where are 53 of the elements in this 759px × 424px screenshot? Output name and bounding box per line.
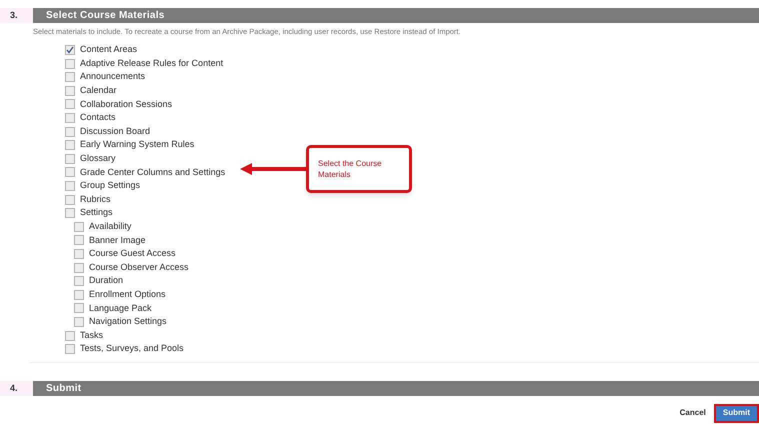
checkbox[interactable]: [74, 316, 84, 327]
checkbox[interactable]: [74, 262, 84, 273]
option-label: Course Observer Access: [89, 260, 189, 274]
section-header: Select Course Materials: [33, 8, 759, 23]
step-number: 3.: [0, 8, 33, 23]
option-label: Rubrics: [80, 192, 111, 206]
section-header: Submit: [33, 380, 759, 396]
checkbox[interactable]: [65, 344, 75, 354]
option-label: Duration: [89, 274, 124, 288]
option-label: Tests, Surveys, and Pools: [80, 342, 184, 356]
option-label: Early Warning System Rules: [80, 138, 194, 152]
checkbox[interactable]: [74, 276, 84, 286]
checkbox[interactable]: [74, 235, 84, 246]
checkbox[interactable]: [65, 180, 75, 191]
option-label: Glossary: [80, 152, 116, 166]
option-label: Grade Center Columns and Settings: [80, 166, 226, 179]
option-label: Calendar: [80, 84, 117, 98]
option-label: Settings: [80, 206, 113, 220]
checkbox[interactable]: [65, 167, 75, 178]
checkbox[interactable]: [65, 140, 75, 150]
option-label: Course Guest Access: [89, 247, 176, 260]
checkbox[interactable]: [65, 330, 75, 341]
option-label: Navigation Settings: [89, 315, 167, 328]
option-label: Discussion Board: [80, 124, 150, 138]
option-label: Banner Image: [89, 234, 146, 247]
checkbox[interactable]: [65, 154, 75, 164]
checkbox[interactable]: [74, 248, 84, 259]
checkbox[interactable]: [65, 208, 75, 218]
checkbox[interactable]: [74, 222, 84, 232]
checkbox[interactable]: [74, 303, 84, 314]
option-label: Availability: [89, 220, 132, 234]
checkbox[interactable]: [74, 290, 84, 300]
option-label: Contacts: [80, 111, 116, 124]
arrow-icon: [240, 162, 306, 176]
checkbox[interactable]: [65, 113, 75, 124]
checkbox[interactable]: [65, 86, 75, 96]
option-label: Content Areas: [80, 43, 138, 56]
step-number: 4.: [0, 380, 33, 396]
checkbox[interactable]: [65, 194, 75, 205]
checkbox[interactable]: [65, 99, 75, 110]
option-label: Group Settings: [80, 179, 140, 192]
option-label: Language Pack: [89, 302, 152, 315]
option-label: Collaboration Sessions: [80, 98, 172, 111]
option-label: Tasks: [80, 328, 104, 342]
option-label: Enrollment Options: [89, 288, 166, 301]
submit-button[interactable]: Submit: [716, 406, 757, 421]
checkbox[interactable]: [65, 126, 75, 137]
checkbox[interactable]: [65, 72, 75, 82]
checkbox[interactable]: [65, 45, 75, 56]
option-label: Adaptive Release Rules for Content: [80, 56, 224, 70]
checkbox[interactable]: [65, 58, 75, 69]
callout: Select the Course Materials: [306, 145, 412, 193]
option-label: Announcements: [80, 70, 146, 84]
